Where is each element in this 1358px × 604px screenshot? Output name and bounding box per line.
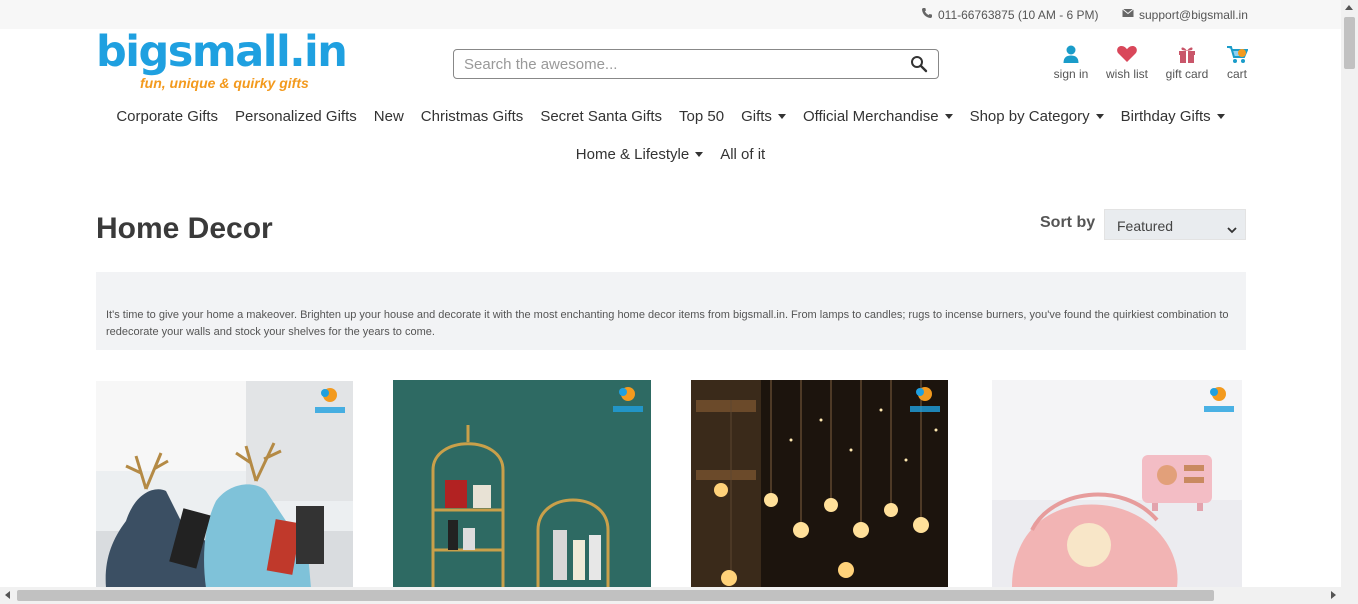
phone-number: 011-66763875 (10 AM - 6 PM) [938, 7, 1099, 22]
watermark-logo-icon [313, 385, 347, 419]
chevron-down-icon [1227, 221, 1237, 234]
watermark-logo-icon [1202, 384, 1236, 418]
product-card-pearl-shell-lamp[interactable] [992, 380, 1242, 587]
caret-down-icon [1095, 114, 1104, 119]
nav-shop-by-category-dropdown[interactable]: Shop by Category [961, 108, 1112, 125]
horizontal-scroll-thumb[interactable] [17, 590, 1214, 601]
caret-down-icon [944, 114, 953, 119]
vertical-scrollbar[interactable] [1341, 0, 1358, 587]
nav-secret-santa-gifts[interactable]: Secret Santa Gifts [532, 108, 671, 125]
product-card-deer-phone-holder[interactable] [96, 381, 353, 588]
caret-down-icon [777, 114, 786, 119]
search-bar [453, 49, 939, 79]
page-title: Home Decor [96, 212, 273, 245]
cart-link[interactable]: cart [1222, 44, 1252, 81]
watermark-logo-icon [908, 384, 942, 418]
category-description: It's time to give your home a makeover. … [96, 272, 1246, 350]
main-nav-row-1: Corporate Gifts Personalized Gifts New C… [0, 108, 1341, 125]
mail-icon [1122, 7, 1134, 22]
nav-new[interactable]: New [365, 108, 412, 125]
sort-selected-value: Featured [1117, 218, 1174, 234]
scroll-right-arrow-icon[interactable] [1331, 591, 1336, 599]
horizontal-scrollbar[interactable] [0, 587, 1358, 604]
cart-label: cart [1226, 67, 1247, 81]
wishlist-link[interactable]: wish list [1103, 44, 1151, 81]
nav-home-lifestyle-dropdown[interactable]: Home & Lifestyle [567, 146, 711, 163]
cart-icon [1226, 44, 1249, 64]
top-contact-bar: 011-66763875 (10 AM - 6 PM) support@bigs… [0, 0, 1341, 29]
email-address: support@bigsmall.in [1139, 7, 1248, 22]
scroll-left-arrow-icon[interactable] [5, 591, 10, 599]
caret-down-icon [1216, 114, 1225, 119]
nav-birthday-gifts-dropdown[interactable]: Birthday Gifts [1112, 108, 1233, 125]
gift-card-label: gift card [1165, 67, 1209, 81]
gift-icon [1176, 44, 1198, 64]
nav-official-merchandise-dropdown[interactable]: Official Merchandise [794, 108, 961, 125]
phone-icon [921, 7, 933, 22]
gift-card-link[interactable]: gift card [1162, 44, 1212, 81]
phone-contact[interactable]: 011-66763875 (10 AM - 6 PM) [921, 7, 1099, 22]
user-icon [1060, 44, 1082, 64]
sign-in-label: sign in [1053, 67, 1089, 81]
nav-gifts-dropdown[interactable]: Gifts [733, 108, 795, 125]
logo-brand: bigsmall.in [96, 27, 348, 77]
nav-personalized-gifts[interactable]: Personalized Gifts [227, 108, 366, 125]
wishlist-label: wish list [1105, 67, 1148, 81]
search-input[interactable] [464, 54, 894, 74]
sort-select[interactable]: Featured [1104, 209, 1246, 240]
product-card-bulb-curtain-lights[interactable] [691, 380, 948, 587]
vertical-scroll-thumb[interactable] [1344, 17, 1355, 69]
heart-icon [1116, 44, 1138, 64]
scroll-up-arrow-icon[interactable] [1345, 5, 1353, 10]
product-card-gold-cage-organizer[interactable] [393, 380, 651, 587]
caret-down-icon [695, 152, 704, 157]
nav-christmas-gifts[interactable]: Christmas Gifts [412, 108, 532, 125]
logo-tagline: fun, unique & quirky gifts [140, 75, 309, 91]
page: 011-66763875 (10 AM - 6 PM) support@bigs… [0, 0, 1358, 604]
sign-in-link[interactable]: sign in [1051, 44, 1091, 81]
nav-corporate-gifts[interactable]: Corporate Gifts [108, 108, 227, 125]
watermark-logo-icon [611, 384, 645, 418]
site-logo[interactable]: bigsmall.in fun, unique & quirky gifts [96, 27, 348, 95]
search-icon[interactable] [910, 55, 928, 73]
nav-top-50[interactable]: Top 50 [671, 108, 733, 125]
main-nav-row-2: Home & Lifestyle All of it [0, 146, 1341, 163]
email-contact[interactable]: support@bigsmall.in [1122, 7, 1248, 22]
nav-all-of-it[interactable]: All of it [712, 146, 774, 163]
sort-label: Sort by [1040, 214, 1096, 231]
category-description-text: It's time to give your home a makeover. … [106, 309, 1229, 338]
